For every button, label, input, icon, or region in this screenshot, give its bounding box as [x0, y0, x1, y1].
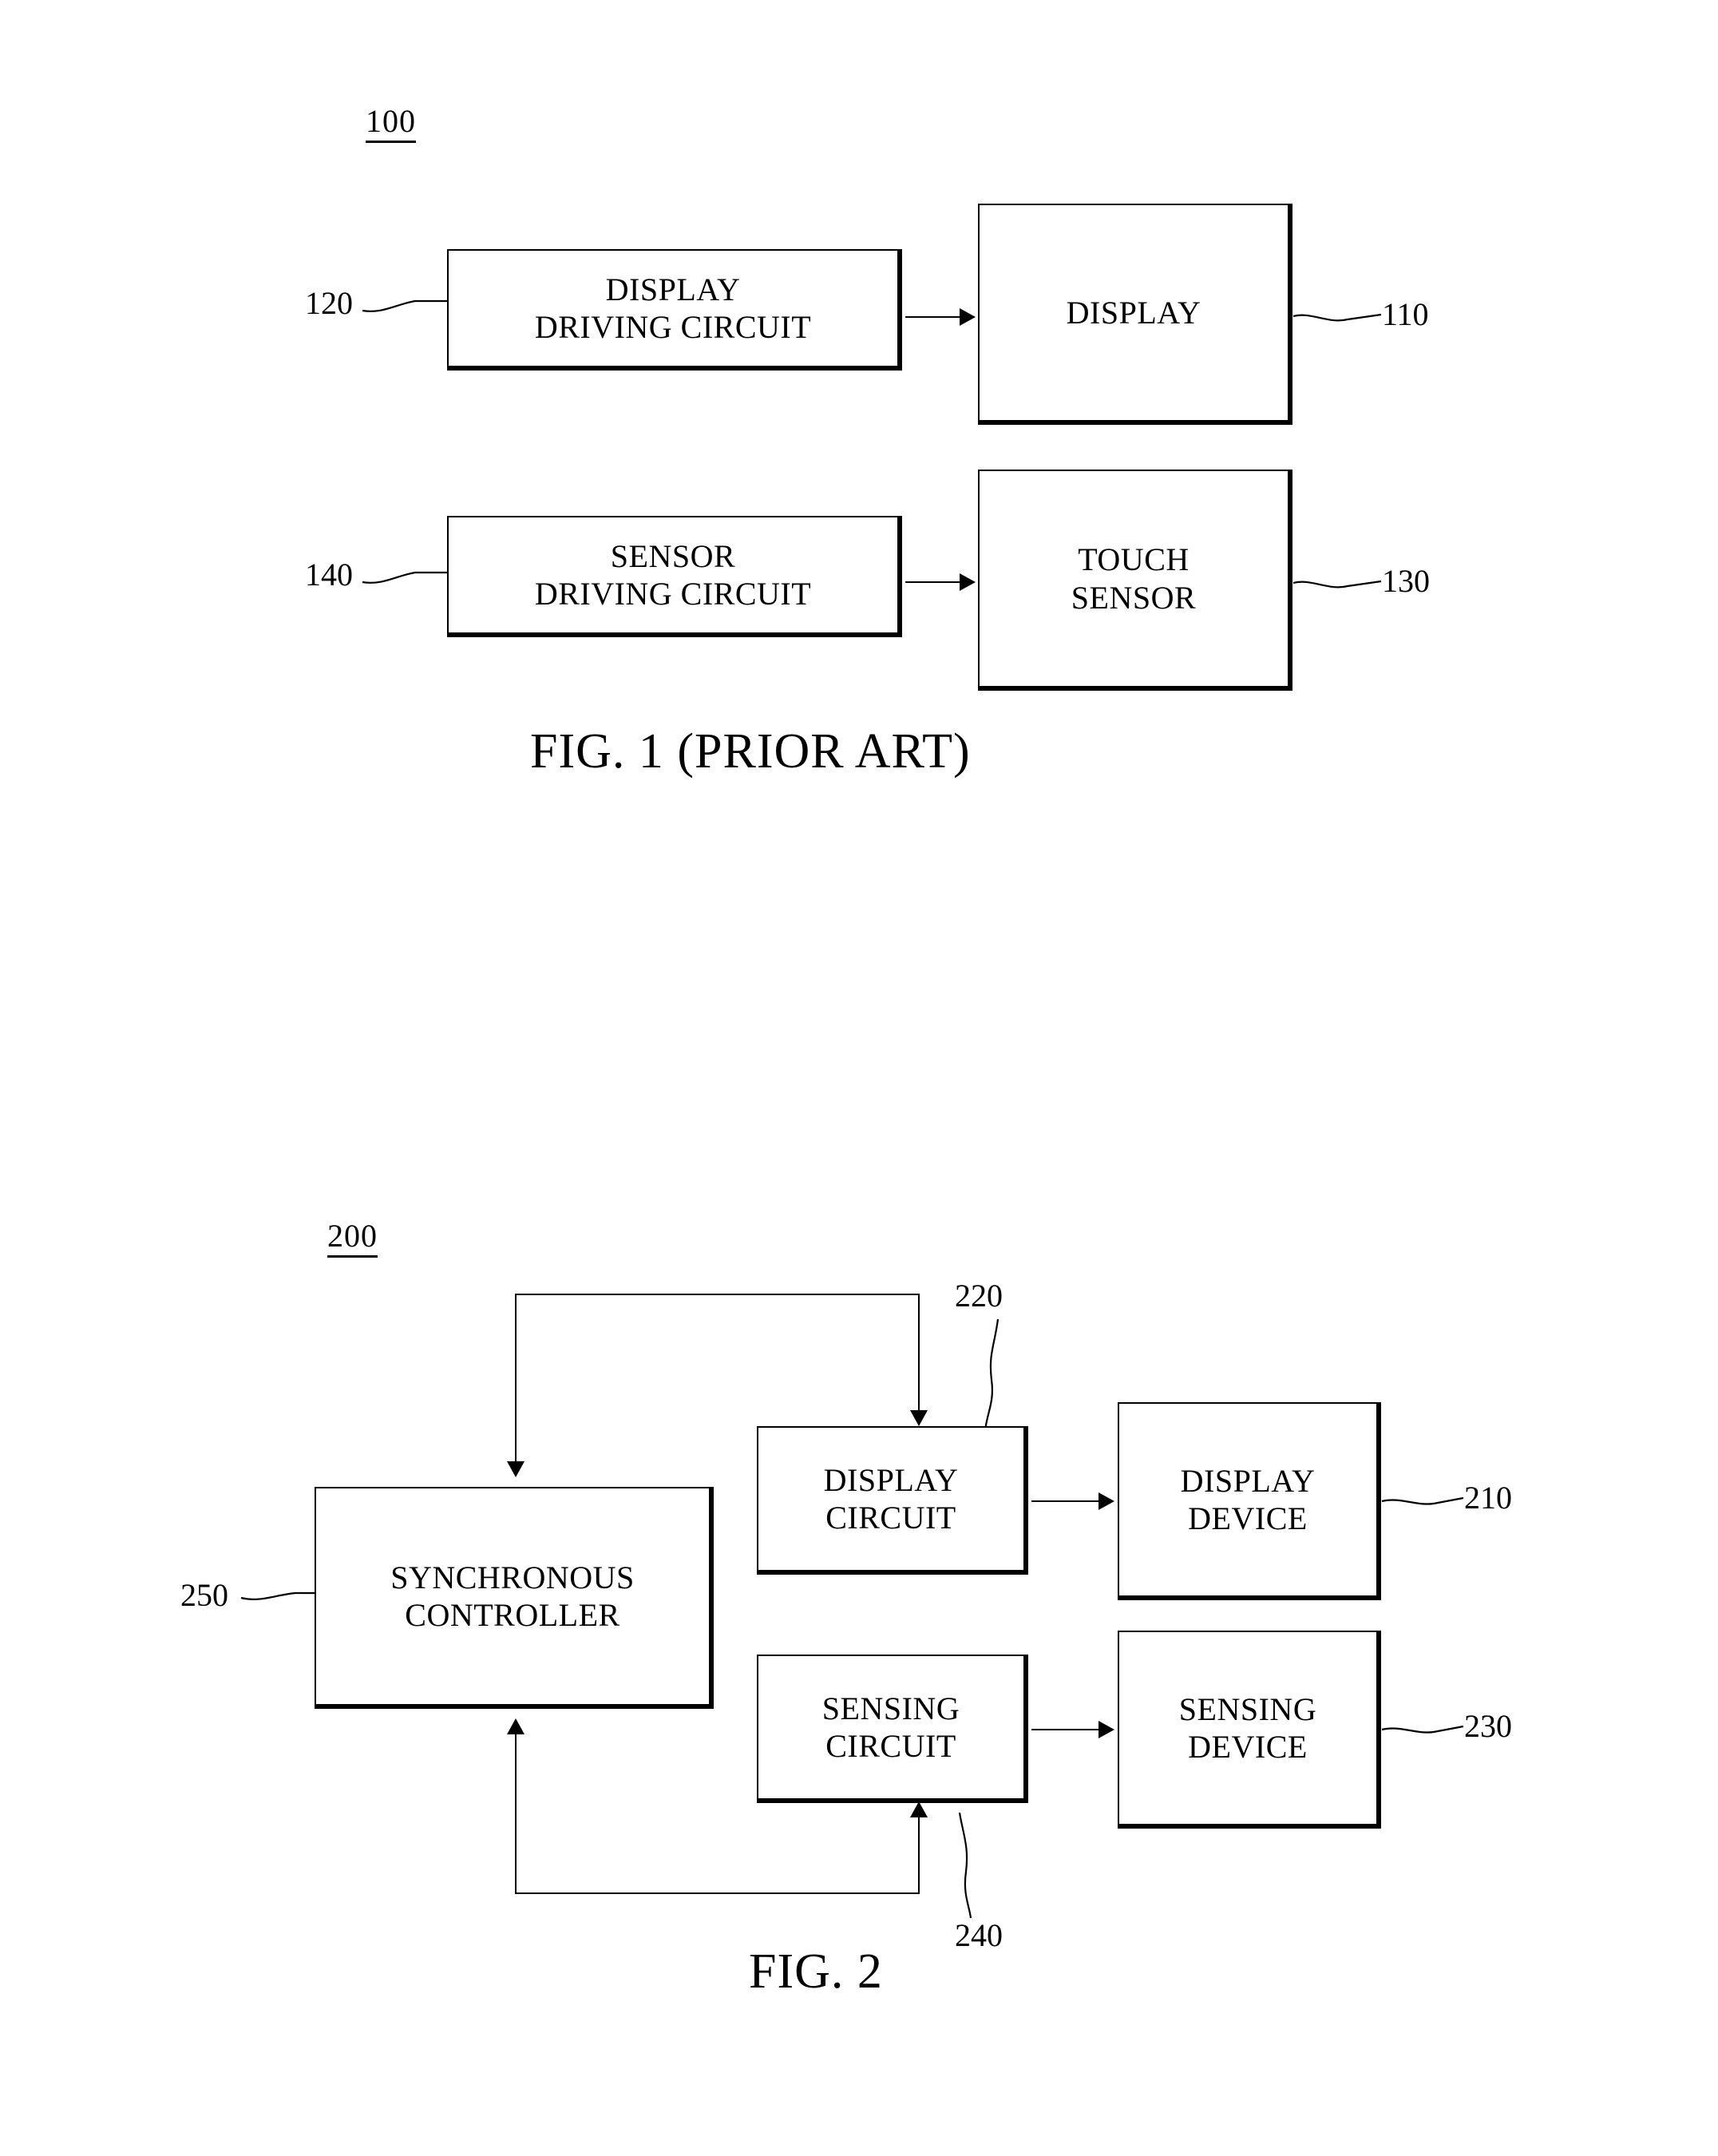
leader-line-220 — [984, 1318, 1000, 1432]
leader-line-130 — [1292, 580, 1382, 589]
arrowhead-sensor-driving-to-touch-sensor — [960, 573, 976, 591]
block-sensing-device-label: SENSING DEVICE — [1178, 1690, 1317, 1765]
leader-line-230 — [1381, 1725, 1464, 1734]
block-synchronous-controller: SYNCHRONOUS CONTROLLER — [315, 1487, 714, 1709]
ref-numeral-210: 210 — [1464, 1480, 1512, 1516]
block-sensing-circuit: SENSING CIRCUIT — [757, 1655, 1028, 1803]
arrowhead-display-driving-to-display — [960, 308, 976, 326]
block-sensing-circuit-label: SENSING CIRCUIT — [821, 1690, 960, 1764]
ref-numeral-120: 120 — [305, 285, 353, 321]
arrowhead-into-synchronous-controller-bottom — [507, 1718, 525, 1734]
leader-line-210 — [1381, 1496, 1464, 1505]
leader-line-240 — [958, 1812, 972, 1919]
leader-line-120 — [362, 299, 447, 312]
arrowhead-into-synchronous-controller-top — [507, 1461, 525, 1477]
block-sensor-driving-circuit-label: SENSOR DRIVING CIRCUIT — [534, 537, 812, 612]
connector-controller-to-display-circuit-top — [515, 1294, 919, 1295]
block-display: DISPLAY — [978, 204, 1292, 425]
ref-numeral-110: 110 — [1382, 296, 1429, 332]
patent-drawing-sheet: 100 120 DISPLAY DRIVING CIRCUIT DISPLAY … — [0, 0, 1718, 2156]
ref-numeral-230: 230 — [1464, 1708, 1512, 1744]
connector-sensing-circuit-to-controller-right — [918, 1817, 920, 1894]
block-sensor-driving-circuit: SENSOR DRIVING CIRCUIT — [447, 516, 902, 637]
connector-display-circuit-to-display-device — [1031, 1500, 1102, 1502]
connector-sensor-driving-to-touch-sensor — [905, 581, 963, 583]
connector-sensing-circuit-to-controller-left — [515, 1734, 517, 1894]
ref-numeral-240: 240 — [955, 1917, 1003, 1953]
block-display-circuit-label: DISPLAY CIRCUIT — [823, 1461, 959, 1536]
arrowhead-sensing-circuit-to-sensing-device — [1098, 1721, 1114, 1738]
arrowhead-into-sensing-circuit-bottom — [910, 1801, 928, 1817]
ref-numeral-130: 130 — [1382, 563, 1430, 599]
block-display-device: DISPLAY DEVICE — [1118, 1402, 1381, 1600]
arrowhead-display-circuit-to-display-device — [1098, 1492, 1114, 1510]
arrowhead-into-display-circuit-top — [910, 1410, 928, 1426]
block-display-label: DISPLAY — [1066, 294, 1201, 331]
connector-sensing-circuit-to-controller-bottom — [515, 1892, 919, 1894]
block-touch-sensor: TOUCH SENSOR — [978, 470, 1292, 691]
block-display-driving-circuit: DISPLAY DRIVING CIRCUIT — [447, 249, 902, 371]
ref-numeral-140: 140 — [305, 557, 353, 593]
figure-2-caption: FIG. 2 — [749, 1944, 883, 1999]
leader-line-140 — [362, 571, 447, 584]
block-display-device-label: DISPLAY DEVICE — [1180, 1462, 1316, 1536]
block-touch-sensor-label: TOUCH SENSOR — [1071, 541, 1197, 616]
figure-1-system-ref: 100 — [366, 105, 416, 143]
block-display-driving-circuit-label: DISPLAY DRIVING CIRCUIT — [534, 271, 812, 345]
connector-controller-to-display-circuit-left — [515, 1294, 517, 1463]
ref-numeral-220: 220 — [955, 1278, 1003, 1314]
block-synchronous-controller-label: SYNCHRONOUS CONTROLLER — [390, 1559, 635, 1633]
connector-sensing-circuit-to-sensing-device — [1031, 1729, 1102, 1730]
ref-numeral-250: 250 — [180, 1577, 228, 1613]
leader-line-110 — [1292, 313, 1382, 322]
connector-controller-to-display-circuit-right — [918, 1294, 920, 1412]
block-sensing-device: SENSING DEVICE — [1118, 1631, 1381, 1829]
figure-2-system-ref: 200 — [327, 1220, 378, 1258]
block-display-circuit: DISPLAY CIRCUIT — [757, 1426, 1028, 1575]
figure-1-caption: FIG. 1 (PRIOR ART) — [530, 724, 971, 779]
connector-display-driving-to-display — [905, 316, 963, 318]
